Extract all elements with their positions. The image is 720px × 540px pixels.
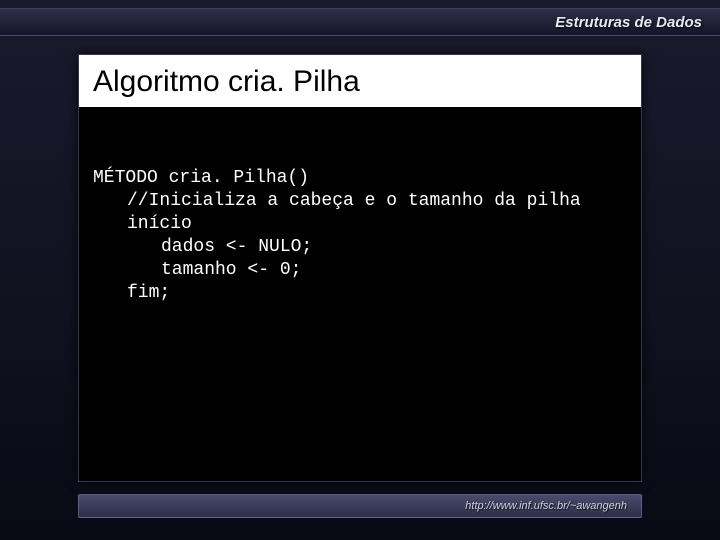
code-block: MÉTODO cria. Pilha()//Inicializa a cabeç… bbox=[79, 107, 641, 351]
code-line-4: dados <- NULO; bbox=[93, 236, 627, 259]
header-title: Estruturas de Dados bbox=[555, 14, 702, 31]
header-bar: Estruturas de Dados bbox=[0, 8, 720, 36]
code-line-1: MÉTODO cria. Pilha() bbox=[93, 167, 627, 190]
footer-bar: http://www.inf.ufsc.br/~awangenh bbox=[78, 494, 642, 518]
footer-url: http://www.inf.ufsc.br/~awangenh bbox=[465, 500, 627, 512]
slide-title: Algoritmo cria. Pilha bbox=[79, 55, 641, 107]
slide-content: Algoritmo cria. Pilha MÉTODO cria. Pilha… bbox=[78, 54, 642, 482]
code-line-5: tamanho <- 0; bbox=[93, 259, 627, 282]
code-line-3: início bbox=[93, 213, 627, 236]
code-line-6: fim; bbox=[93, 282, 627, 305]
code-line-2: //Inicializa a cabeça e o tamanho da pil… bbox=[93, 190, 627, 213]
